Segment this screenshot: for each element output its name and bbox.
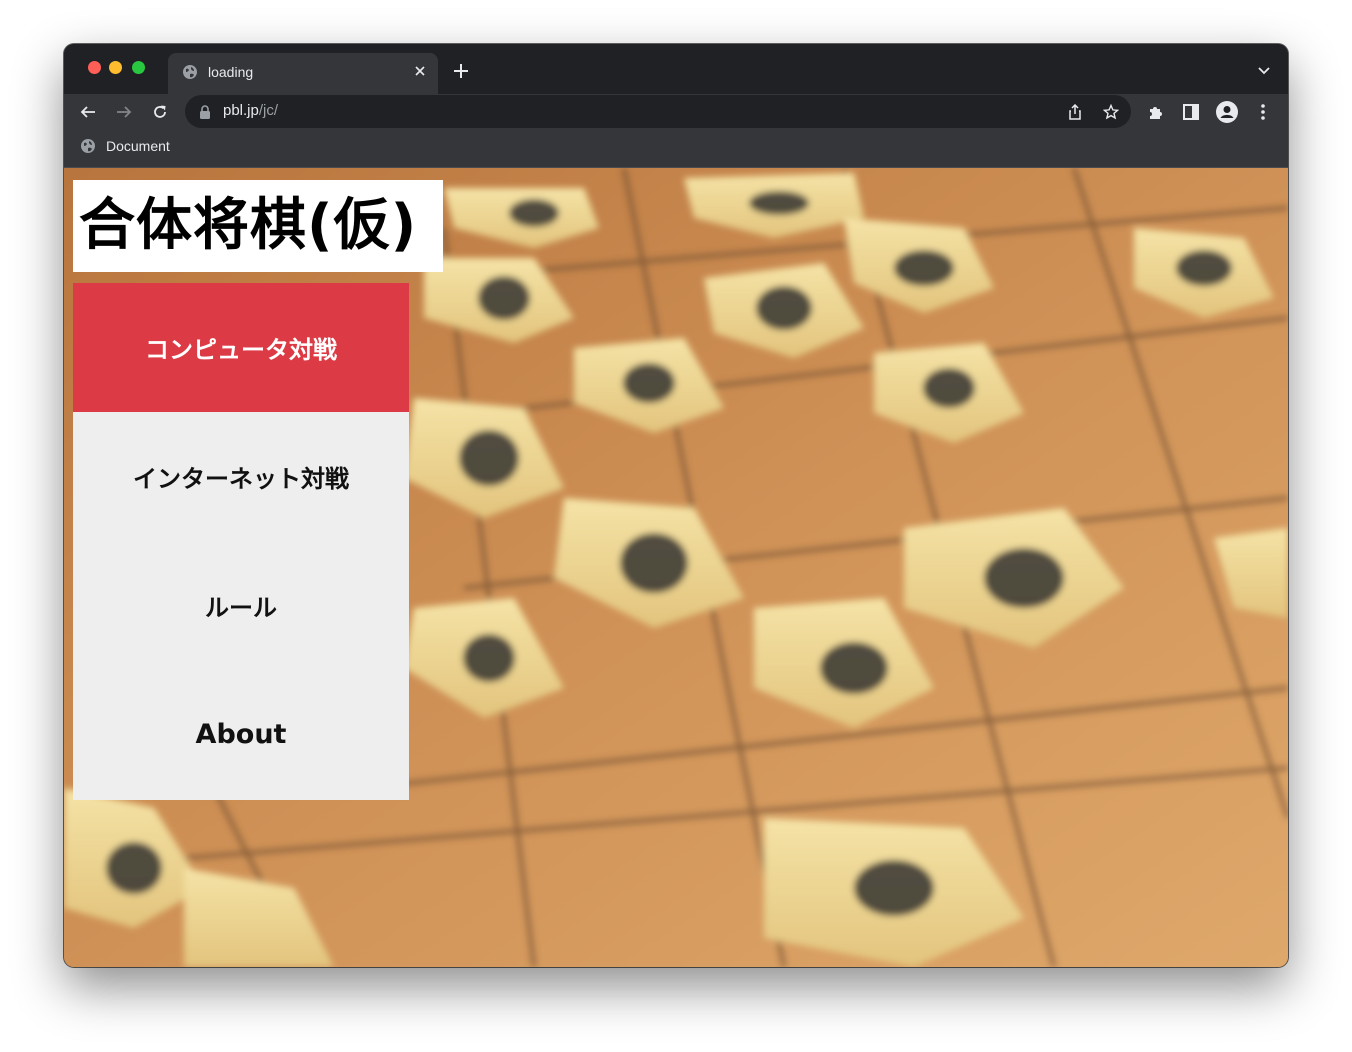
tab-active[interactable]: loading [168,53,438,94]
globe-icon [81,139,95,153]
forward-arrow-icon[interactable] [112,100,136,124]
menu-item-about[interactable]: About [73,670,409,799]
menu-item-computer-match[interactable]: コンピュータ対戦 [73,283,409,412]
profile-avatar-icon[interactable] [1215,100,1239,124]
url-text: pbl.jp/jc/ [223,102,279,119]
extensions-puzzle-icon[interactable] [1144,100,1168,124]
back-arrow-icon[interactable] [76,100,100,124]
close-window-button[interactable] [88,61,101,74]
bookmark-document[interactable]: Document [80,138,170,154]
tab-strip: loading [64,44,1288,94]
more-menu-icon[interactable] [1251,100,1275,124]
menu-item-internet-match[interactable]: インターネット対戦 [73,412,409,541]
address-bar[interactable]: pbl.jp/jc/ [185,95,1131,128]
side-panel-icon[interactable] [1179,100,1203,124]
globe-icon [183,65,197,79]
logo-text: 合体将棋(仮) [79,193,418,258]
close-tab-icon[interactable] [410,61,430,81]
bookmark-star-icon[interactable] [1101,102,1121,122]
minimize-window-button[interactable] [109,61,122,74]
zoom-window-button[interactable] [132,61,145,74]
menu-item-rules[interactable]: ルール [73,541,409,670]
bookmarks-bar: Document [64,129,1288,168]
share-icon[interactable] [1065,102,1085,122]
main-menu: コンピュータ対戦 インターネット対戦 ルール About [73,283,409,800]
toolbar: pbl.jp/jc/ [64,94,1288,129]
new-tab-icon[interactable] [450,60,472,82]
tab-title: loading [208,64,254,80]
page-content: 合体将棋(仮) コンピュータ対戦 インターネット対戦 ルール About [64,168,1288,967]
chevron-down-icon[interactable] [1256,62,1272,78]
lock-icon [200,105,210,119]
site-logo[interactable]: 合体将棋(仮) [73,180,443,272]
reload-icon[interactable] [148,100,172,124]
browser-window: loading pbl.jp/jc/ Document 合体将棋(仮) コンピュ… [64,44,1288,967]
bookmark-label: Document [106,138,170,154]
